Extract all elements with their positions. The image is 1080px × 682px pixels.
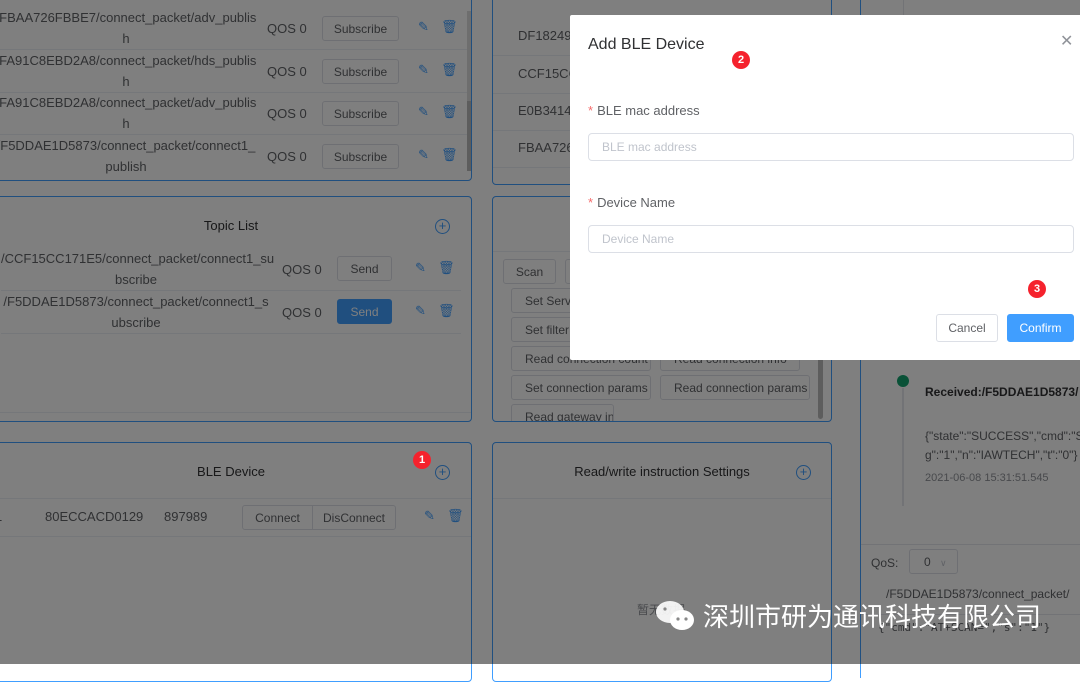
device-name-input[interactable]: [588, 225, 1074, 253]
mac-address-input[interactable]: [588, 133, 1074, 161]
step-badge-3: 3: [1028, 280, 1046, 298]
cancel-button[interactable]: Cancel: [936, 314, 998, 342]
step-badge-1: 1: [413, 451, 431, 469]
watermark: 深圳市研为通讯科技有限公司: [655, 597, 1041, 634]
confirm-button[interactable]: Confirm: [1007, 314, 1074, 342]
dialog-title: Add BLE Device: [588, 36, 705, 53]
mac-label: * BLE mac address: [588, 103, 700, 118]
close-icon[interactable]: ✕: [1060, 31, 1073, 51]
add-ble-device-dialog: Add BLE Device ✕ 2 *BLE mac address *Dev…: [570, 15, 1080, 360]
step-badge-2: 2: [732, 51, 750, 69]
wechat-logo-icon: [656, 600, 694, 630]
device-name-label: * Device Name: [588, 195, 676, 210]
